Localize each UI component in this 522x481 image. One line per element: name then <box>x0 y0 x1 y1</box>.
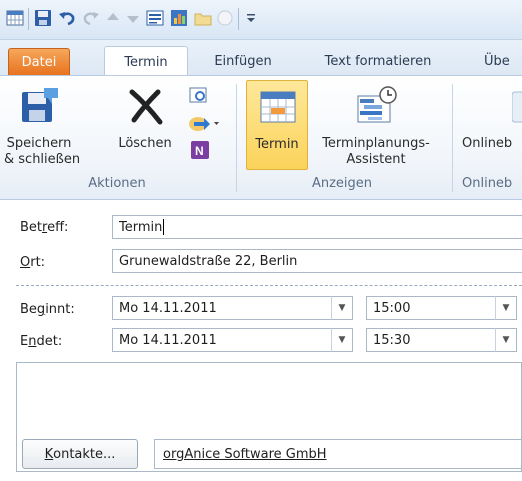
qat-separator <box>28 8 29 30</box>
save-close-button[interactable]: Speichern & schließen <box>4 80 81 174</box>
group-label-actions: Aktionen <box>88 176 146 191</box>
quick-access-toolbar <box>0 0 522 40</box>
tab-insert[interactable]: Einfügen <box>196 46 290 76</box>
scheduling-label-line1: Terminplanungs- <box>322 136 430 151</box>
save-close-label-line2: & schließen <box>4 152 81 167</box>
delete-button[interactable]: Löschen <box>112 80 178 174</box>
delete-label: Löschen <box>118 136 172 151</box>
down-arrow-icon[interactable] <box>124 9 142 27</box>
location-value: Grunewaldstraße 22, Berlin <box>119 253 298 269</box>
scheduling-assistant-icon <box>356 84 398 131</box>
end-label: Endet: <box>20 334 63 349</box>
group-separator-2 <box>452 84 453 192</box>
form-icon[interactable] <box>146 9 164 27</box>
folder-icon[interactable] <box>194 9 212 27</box>
scheduling-assistant-button[interactable]: Terminplanungs- Assistent <box>310 80 442 174</box>
start-time-input[interactable]: 15:00 <box>366 296 496 320</box>
start-date-value: Mo 14.11.2011 <box>119 300 217 316</box>
find-icon[interactable] <box>188 86 210 110</box>
group-label-show: Anzeigen <box>311 176 373 191</box>
end-date-input[interactable]: Mo 14.11.2011 <box>112 328 332 352</box>
end-time-dropdown[interactable]: ▼ <box>495 328 517 352</box>
customize-icon[interactable] <box>242 9 260 27</box>
start-date-dropdown[interactable]: ▼ <box>331 296 353 320</box>
tab-format-text[interactable]: Text formatieren <box>300 46 456 76</box>
end-date-value: Mo 14.11.2011 <box>119 332 217 348</box>
online-meeting-label: Onlineb <box>462 136 513 151</box>
start-time-dropdown[interactable]: ▼ <box>495 296 517 320</box>
start-time-value: 15:00 <box>373 300 411 316</box>
end-date-dropdown[interactable]: ▼ <box>331 328 353 352</box>
chevron-down-icon: ▼ <box>502 303 510 313</box>
divider <box>16 285 522 286</box>
group-separator-1 <box>236 84 237 192</box>
tab-review[interactable]: Übe <box>484 46 522 76</box>
end-time-input[interactable]: 15:30 <box>366 328 496 352</box>
calendar-app-icon[interactable] <box>6 9 24 27</box>
online-meeting-button[interactable]: Onlineb <box>458 80 522 174</box>
appointment-form: Betreff: Termin Ort: Grunewaldstraße 22,… <box>0 200 522 481</box>
chart-icon[interactable] <box>170 9 188 27</box>
chevron-down-icon: ▼ <box>338 335 346 345</box>
online-meeting-icon <box>511 90 522 129</box>
redo-icon[interactable] <box>82 9 100 27</box>
qat-separator-2 <box>238 8 239 30</box>
start-label: Beginnt: <box>20 302 75 317</box>
subject-label: Betreff: <box>20 220 69 235</box>
onenote-icon[interactable]: N <box>190 140 212 166</box>
scheduling-label-line2: Assistent <box>346 152 406 167</box>
group-label-online: Onlineb <box>462 176 513 191</box>
save-icon[interactable] <box>34 9 52 27</box>
appointment-label: Termin <box>255 137 299 152</box>
save-close-label-line1: Speichern <box>6 136 72 151</box>
location-label: Ort: <box>20 255 46 270</box>
appointment-icon <box>258 87 298 132</box>
chevron-down-icon: ▼ <box>338 303 346 313</box>
start-date-input[interactable]: Mo 14.11.2011 <box>112 296 332 320</box>
location-input[interactable]: Grunewaldstraße 22, Berlin <box>112 249 522 273</box>
text-cursor <box>163 219 165 235</box>
contacts-button[interactable]: Kontakte... <box>22 439 138 469</box>
forward-icon[interactable] <box>188 112 222 138</box>
chevron-down-icon: ▼ <box>502 335 510 345</box>
end-time-value: 15:30 <box>373 332 411 348</box>
subject-input[interactable]: Termin <box>112 215 522 239</box>
ribbon-tab-bar: Datei Termin Einfügen Text formatieren Ü… <box>0 40 522 77</box>
circle-icon[interactable] <box>216 9 234 27</box>
contact-link[interactable]: orgAnice Software GmbH <box>154 439 522 469</box>
delete-icon <box>126 86 166 131</box>
undo-icon[interactable] <box>58 9 76 27</box>
tab-appointment[interactable]: Termin <box>104 46 188 77</box>
save-close-icon <box>18 84 60 131</box>
svg-text:N: N <box>195 144 204 158</box>
appointment-view-button[interactable]: Termin <box>246 80 308 170</box>
up-arrow-icon[interactable] <box>104 9 122 27</box>
tab-file[interactable]: Datei <box>8 48 70 75</box>
subject-value: Termin <box>119 219 163 235</box>
ribbon: Speichern & schließen Löschen N Aktionen… <box>0 75 522 200</box>
